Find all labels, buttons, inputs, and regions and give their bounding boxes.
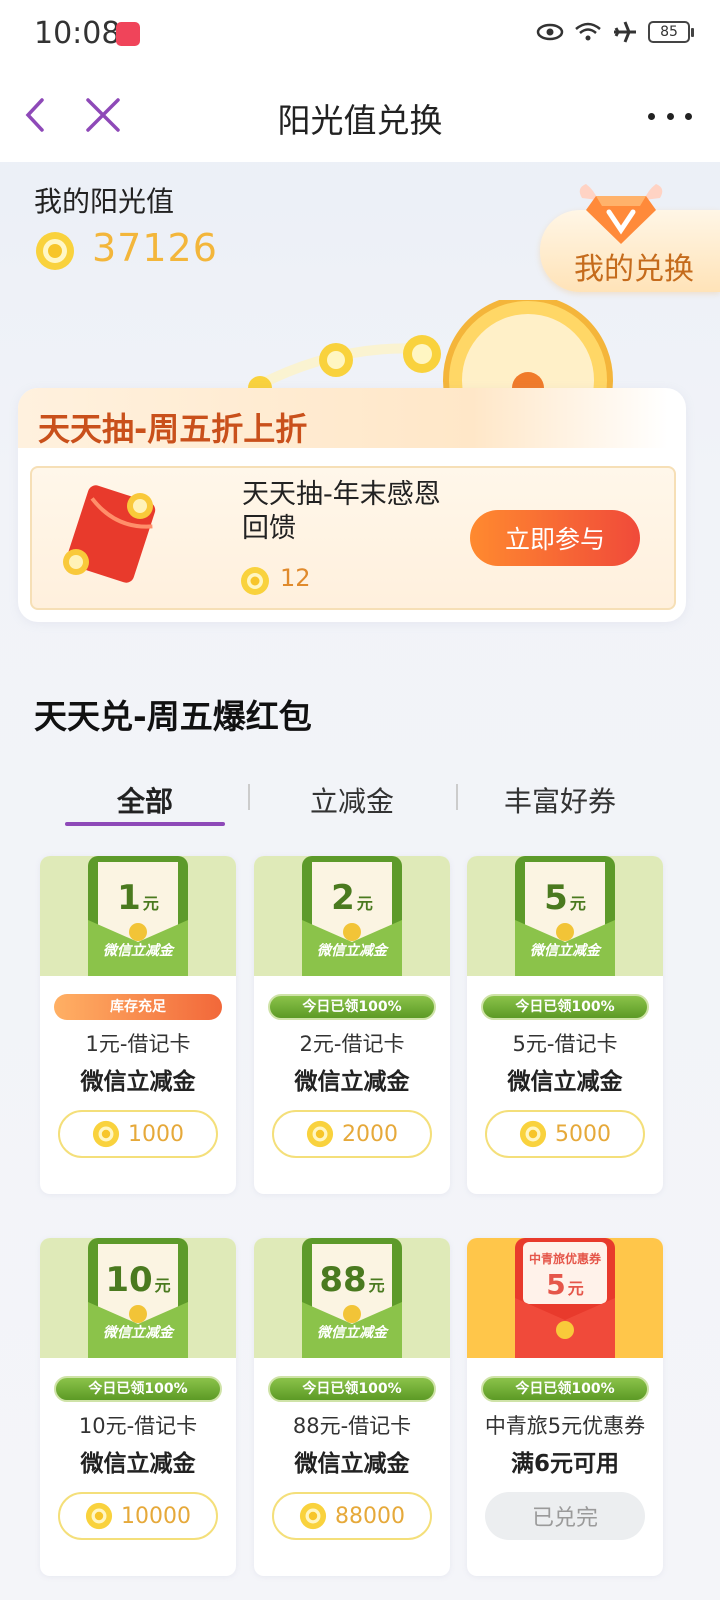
lottery-item-title: 天天抽-年末感恩回馈 [242,479,441,544]
battery-icon: 85 [648,21,694,43]
lottery-title: 天天抽-周五折上折 [38,410,308,448]
coin-icon [85,1502,113,1530]
coin-icon [306,1120,334,1148]
price-value: 5000 [555,1121,611,1147]
price-value: 88000 [335,1503,405,1529]
card-name: 10元-借记卡 [78,1414,198,1438]
section-title: 天天兑-周五爆红包 [34,697,312,736]
card-subtitle: 微信立减金 [103,1325,173,1341]
page-title: 阳光值兑换 [277,101,443,140]
card-amount: 1元 [117,878,159,918]
card-amount: 88 元 [319,1260,385,1300]
coupon-brand: 中青旅优惠券 [528,1252,601,1266]
price-button[interactable]: 1000 [58,1110,218,1158]
tab-discount[interactable]: 立减金 [272,780,432,820]
coin-icon [241,567,269,595]
stock-badge: 库存充足 [54,994,222,1020]
card-amount: 5元 [546,1268,584,1301]
card-type: 微信立减金 [294,1069,410,1095]
card-type: 满6元可用 [510,1451,619,1477]
card-name: 1元-借记卡 [85,1032,191,1056]
claimed-badge: 今日已领100% [481,1376,649,1402]
card-type: 微信立减金 [80,1451,196,1477]
tab-divider [456,784,458,810]
card-name: 88元-借记卡 [292,1414,412,1438]
sun-coin-icon [36,232,74,270]
card-type: 微信立减金 [294,1451,410,1477]
claimed-badge: 今日已领100% [481,994,649,1020]
tab-active-underline [65,822,225,826]
card-subtitle: 微信立减金 [530,943,600,959]
red-packet-icon [63,485,156,583]
my-exchange-label: 我的兑换 [574,252,694,287]
airplane-icon [614,21,636,43]
tab-all[interactable]: 全部 [65,780,225,820]
sold-out-button: 已兑完 [485,1492,645,1540]
status-bar: 10:08 85 [0,0,720,70]
status-icons: 85 [536,20,694,44]
claimed-badge: 今日已领100% [54,1376,222,1402]
wifi-icon [575,22,601,41]
more-icon[interactable] [648,96,692,136]
join-now-button[interactable]: 立即参与 [470,510,640,566]
claimed-badge: 今日已领100% [268,994,436,1020]
card-type: 微信立减金 [80,1069,196,1095]
price-button[interactable]: 10000 [58,1492,218,1540]
eye-icon [536,23,564,41]
status-time: 10:08 [34,16,121,51]
card-amount: 2元 [331,878,373,918]
lottery-cost: 12 [280,564,311,592]
claimed-badge: 今日已领100% [268,1376,436,1402]
exchange-card[interactable]: 1元 微信立减金 库存充足 1元-借记卡 微信立减金 1000 [40,856,236,1194]
card-amount: 10 元 [105,1260,171,1300]
sunshine-label: 我的阳光值 [34,185,175,218]
card-name: 2元-借记卡 [299,1032,405,1056]
card-type: 微信立减金 [507,1069,623,1095]
app-notification-icon [116,22,140,46]
exchange-card[interactable]: 中青旅优惠券 5元 今日已领100% 中青旅5元优惠券 满6元可用 已兑完 [467,1238,663,1576]
card-subtitle: 微信立减金 [317,943,387,959]
coin-icon [519,1120,547,1148]
exchange-card[interactable]: 5元 微信立减金 今日已领100% 5元-借记卡 微信立减金 5000 [467,856,663,1194]
coin-icon [92,1120,120,1148]
exchange-card[interactable]: 2元 微信立减金 今日已领100% 2元-借记卡 微信立减金 2000 [254,856,450,1194]
price-button[interactable]: 5000 [485,1110,645,1158]
exchange-card[interactable]: 10 元 微信立减金 今日已领100% 10元-借记卡 微信立减金 10000 [40,1238,236,1576]
card-name: 5元-借记卡 [512,1032,618,1056]
price-button[interactable]: 2000 [272,1110,432,1158]
price-value: 1000 [128,1121,184,1147]
tab-coupons[interactable]: 丰富好券 [480,780,640,820]
price-value: 2000 [342,1121,398,1147]
card-subtitle: 微信立减金 [103,943,173,959]
exchange-card[interactable]: 88 元 微信立减金 今日已领100% 88元-借记卡 微信立减金 88000 [254,1238,450,1576]
tab-divider [248,784,250,810]
coin-icon [299,1502,327,1530]
nav-bar: 阳光值兑换 [0,70,720,162]
price-button[interactable]: 88000 [272,1492,432,1540]
diamond-v-icon [579,184,663,244]
card-name: 中青旅5元优惠券 [484,1414,646,1438]
card-amount: 5元 [544,878,586,918]
card-subtitle: 微信立减金 [317,1325,387,1341]
price-value: 10000 [121,1503,191,1529]
sunshine-value: 37126 [92,226,218,270]
